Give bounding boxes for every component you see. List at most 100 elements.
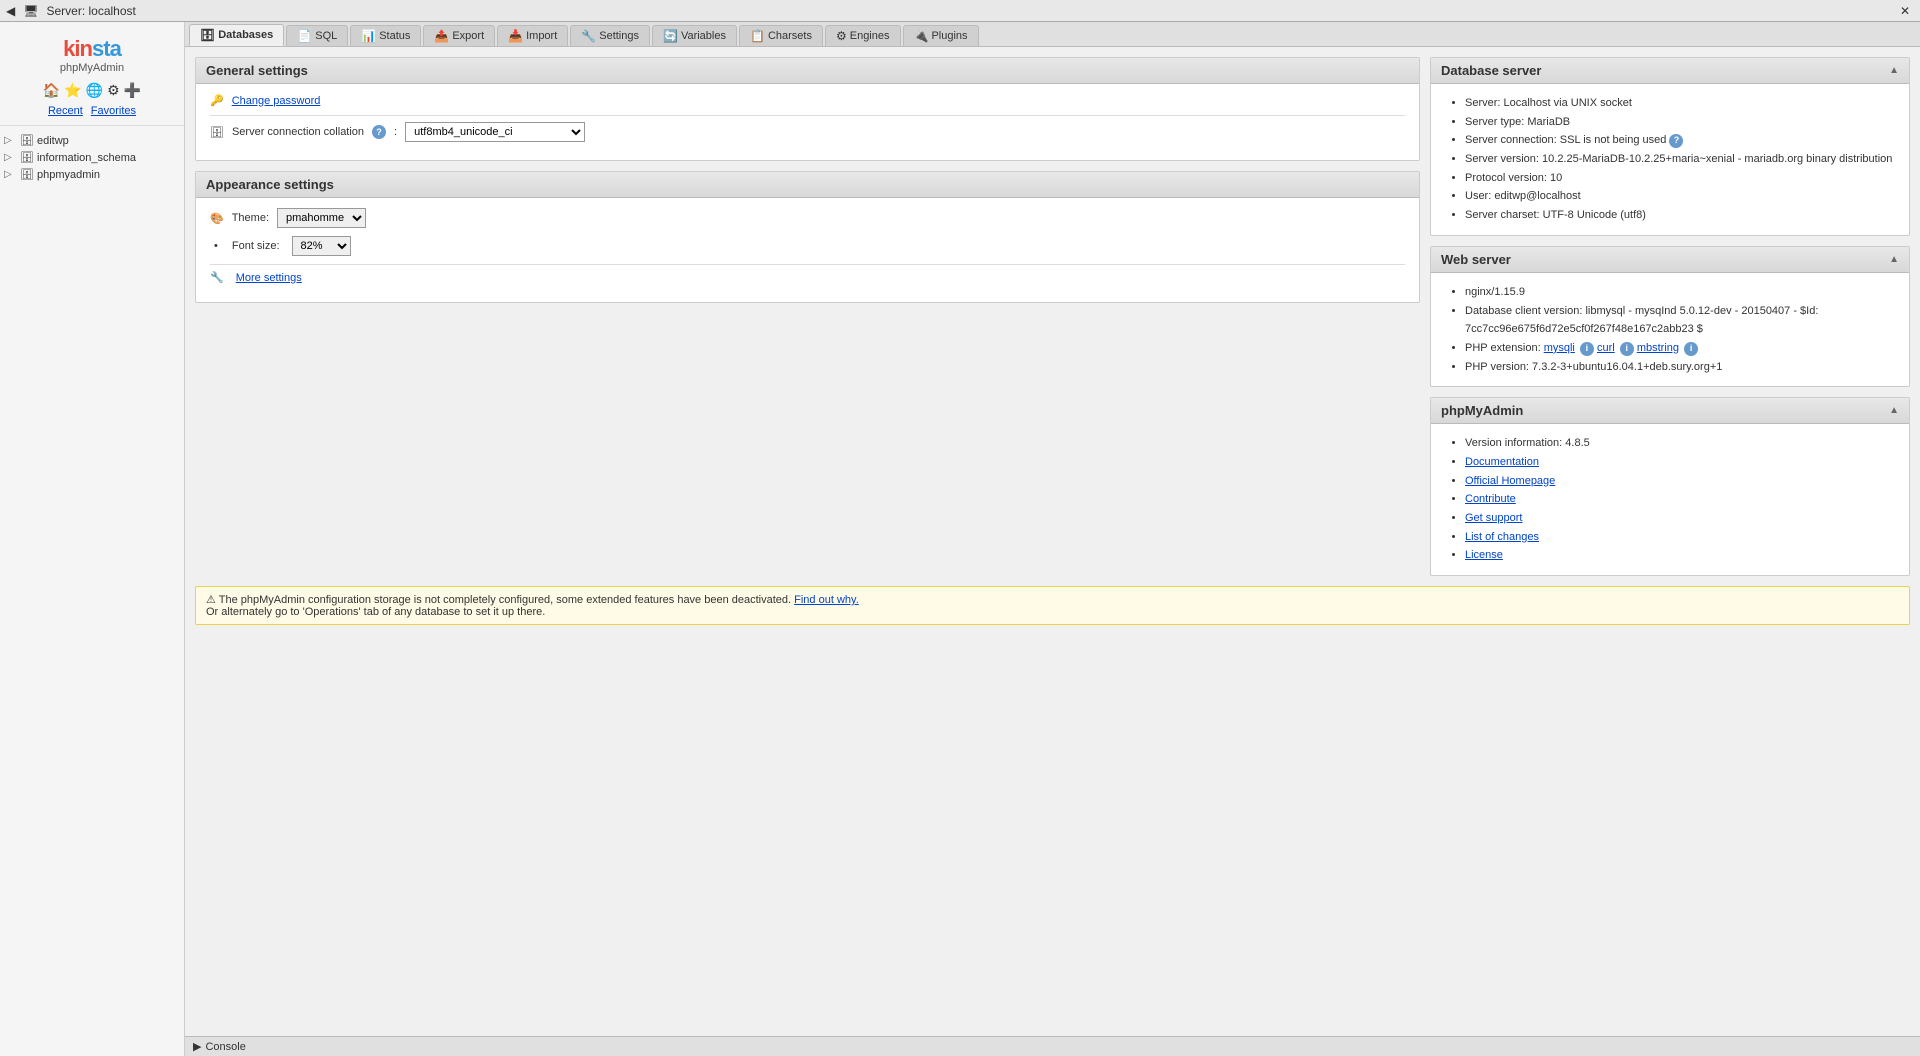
- web-server-panel: Web server ▲ nginx/1.15.9 Database clien…: [1430, 246, 1910, 387]
- tab-status[interactable]: 📊 Status: [350, 25, 421, 46]
- list-item: nginx/1.15.9: [1465, 283, 1895, 302]
- list-of-changes-link[interactable]: List of changes: [1465, 531, 1539, 543]
- phpmyadmin-panel-header: phpMyAdmin ▲: [1431, 398, 1909, 424]
- wrench-icon: 🔧: [210, 271, 224, 284]
- status-icon: 📊: [361, 29, 376, 43]
- tab-sql[interactable]: 📄 SQL: [286, 25, 348, 46]
- curl-info-icon[interactable]: i: [1620, 342, 1634, 356]
- find-out-why-link[interactable]: Find out why.: [794, 594, 859, 606]
- expander-icon: ▷: [4, 152, 20, 163]
- sidebar-item-phpmyadmin[interactable]: ▷ 🗄 phpmyadmin: [0, 166, 184, 183]
- more-settings-row: 🔧 More settings: [210, 271, 1405, 284]
- collapse-pma-icon[interactable]: ▲: [1889, 405, 1899, 416]
- list-item: User: editwp@localhost: [1465, 187, 1895, 206]
- topbar: ◀ 🖥 Server: localhost ✕: [0, 0, 1920, 22]
- appearance-settings-title: Appearance settings: [206, 177, 334, 192]
- logo-area: kinsta phpMyAdmin: [0, 28, 184, 78]
- change-password-link[interactable]: Change password: [232, 95, 321, 107]
- tab-import[interactable]: 📥 Import: [497, 25, 568, 46]
- settings-tab-icon: 🔧: [581, 29, 596, 43]
- mbstring-link[interactable]: mbstring: [1637, 342, 1679, 354]
- content-area: 🗄 Databases 📄 SQL 📊 Status 📤 Export 📥 Im…: [185, 22, 1920, 1056]
- collapse-db-server-icon[interactable]: ▲: [1889, 65, 1899, 76]
- console-label: Console: [205, 1041, 245, 1053]
- back-icon[interactable]: ◀: [6, 4, 15, 18]
- tab-charsets[interactable]: 📋 Charsets: [739, 25, 823, 46]
- warning-extra-text: Or alternately go to 'Operations' tab of…: [206, 606, 545, 618]
- license-link[interactable]: License: [1465, 549, 1503, 561]
- mysqli-link[interactable]: mysqli: [1544, 342, 1575, 354]
- appearance-settings-body: 🎨 Theme: pmahomme original • Font size:: [196, 198, 1419, 302]
- page-content: General settings 🔑 Change password 🗄 Ser…: [185, 47, 1920, 1036]
- nav-labels: Recent Favorites: [0, 103, 184, 119]
- collation-row: 🗄 Server connection collation ? : utf8mb…: [210, 122, 1405, 142]
- font-size-select[interactable]: 80% 82% 90% 100%: [292, 236, 351, 256]
- mysqli-info-icon[interactable]: i: [1580, 342, 1594, 356]
- star-icon[interactable]: ⭐: [64, 82, 81, 99]
- console-bar[interactable]: ▶ Console: [185, 1036, 1920, 1056]
- tab-label: SQL: [315, 30, 337, 42]
- contribute-link[interactable]: Contribute: [1465, 493, 1516, 505]
- expander-icon: ▷: [4, 135, 20, 146]
- tab-databases[interactable]: 🗄 Databases: [189, 24, 284, 46]
- ssl-help-icon[interactable]: ?: [1669, 134, 1683, 148]
- db-icon: 🗄: [20, 151, 34, 164]
- curl-link[interactable]: curl: [1597, 342, 1615, 354]
- main-layout: kinsta phpMyAdmin 🏠 ⭐ 🌐 ⚙ ➕ Recent Favor…: [0, 22, 1920, 1056]
- settings-icon[interactable]: ⚙: [107, 82, 120, 99]
- sidebar-item-information-schema[interactable]: ▷ 🗄 information_schema: [0, 149, 184, 166]
- theme-select[interactable]: pmahomme original: [277, 208, 366, 228]
- change-password-row: 🔑 Change password: [210, 94, 1405, 107]
- sidebar-item-editwp[interactable]: ▷ 🗄 editwp: [0, 132, 184, 149]
- database-server-list: Server: Localhost via UNIX socket Server…: [1445, 94, 1895, 225]
- tab-label: Databases: [218, 29, 273, 41]
- import-icon: 📥: [508, 29, 523, 43]
- database-server-title: Database server: [1441, 63, 1541, 78]
- tab-label: Export: [452, 30, 484, 42]
- tab-settings[interactable]: 🔧 Settings: [570, 25, 650, 46]
- list-item: PHP version: 7.3.2-3+ubuntu16.04.1+deb.s…: [1465, 358, 1895, 377]
- collapse-web-server-icon[interactable]: ▲: [1889, 254, 1899, 265]
- favorites-label[interactable]: Favorites: [91, 105, 136, 117]
- collation-select[interactable]: utf8mb4_unicode_ci utf8_general_ci latin…: [405, 122, 585, 142]
- tab-engines[interactable]: ⚙ Engines: [825, 25, 901, 46]
- help-icon[interactable]: ?: [372, 125, 386, 139]
- list-item: Get support: [1465, 509, 1895, 528]
- tab-bar: 🗄 Databases 📄 SQL 📊 Status 📤 Export 📥 Im…: [185, 22, 1920, 47]
- tab-variables[interactable]: 🔄 Variables: [652, 25, 737, 46]
- home-icon[interactable]: 🏠: [43, 82, 60, 99]
- db-name: phpmyadmin: [37, 169, 100, 181]
- window-icon: 🖥: [23, 4, 38, 18]
- recent-label[interactable]: Recent: [48, 105, 83, 117]
- get-support-link[interactable]: Get support: [1465, 512, 1522, 524]
- tab-plugins[interactable]: 🔌 Plugins: [903, 25, 979, 46]
- list-item: Version information: 4.8.5: [1465, 434, 1895, 453]
- list-item: Database client version: libmysql - mysq…: [1465, 302, 1895, 339]
- kinsta-logo: kinsta: [4, 36, 180, 62]
- phpmyadmin-panel-body: Version information: 4.8.5 Documentation…: [1431, 424, 1909, 575]
- database-list: ▷ 🗄 editwp ▷ 🗄 information_schema ▷ 🗄 ph…: [0, 132, 184, 183]
- list-item: Official Homepage: [1465, 472, 1895, 491]
- theme-label: Theme:: [232, 212, 269, 224]
- close-button[interactable]: ✕: [1896, 4, 1914, 18]
- globe-icon[interactable]: 🌐: [86, 82, 103, 99]
- mbstring-info-icon[interactable]: i: [1684, 342, 1698, 356]
- general-settings-title: General settings: [206, 63, 308, 78]
- official-homepage-link[interactable]: Official Homepage: [1465, 475, 1555, 487]
- tab-export[interactable]: 📤 Export: [423, 25, 495, 46]
- tab-label: Import: [526, 30, 557, 42]
- theme-row: 🎨 Theme: pmahomme original: [210, 208, 1405, 228]
- web-server-title: Web server: [1441, 252, 1511, 267]
- database-server-body: Server: Localhost via UNIX socket Server…: [1431, 84, 1909, 235]
- phpmyadmin-links-list: Version information: 4.8.5 Documentation…: [1445, 434, 1895, 565]
- more-settings-link[interactable]: More settings: [236, 272, 302, 284]
- bullet-icon: •: [214, 240, 218, 252]
- left-col: General settings 🔑 Change password 🗄 Ser…: [195, 57, 1420, 303]
- expander-icon: ▷: [4, 169, 20, 180]
- list-item: Server version: 10.2.25-MariaDB-10.2.25+…: [1465, 150, 1895, 169]
- add-icon[interactable]: ➕: [124, 82, 141, 99]
- documentation-link[interactable]: Documentation: [1465, 456, 1539, 468]
- tab-label: Status: [379, 30, 410, 42]
- window-title: Server: localhost: [46, 4, 135, 18]
- tab-label: Settings: [599, 30, 639, 42]
